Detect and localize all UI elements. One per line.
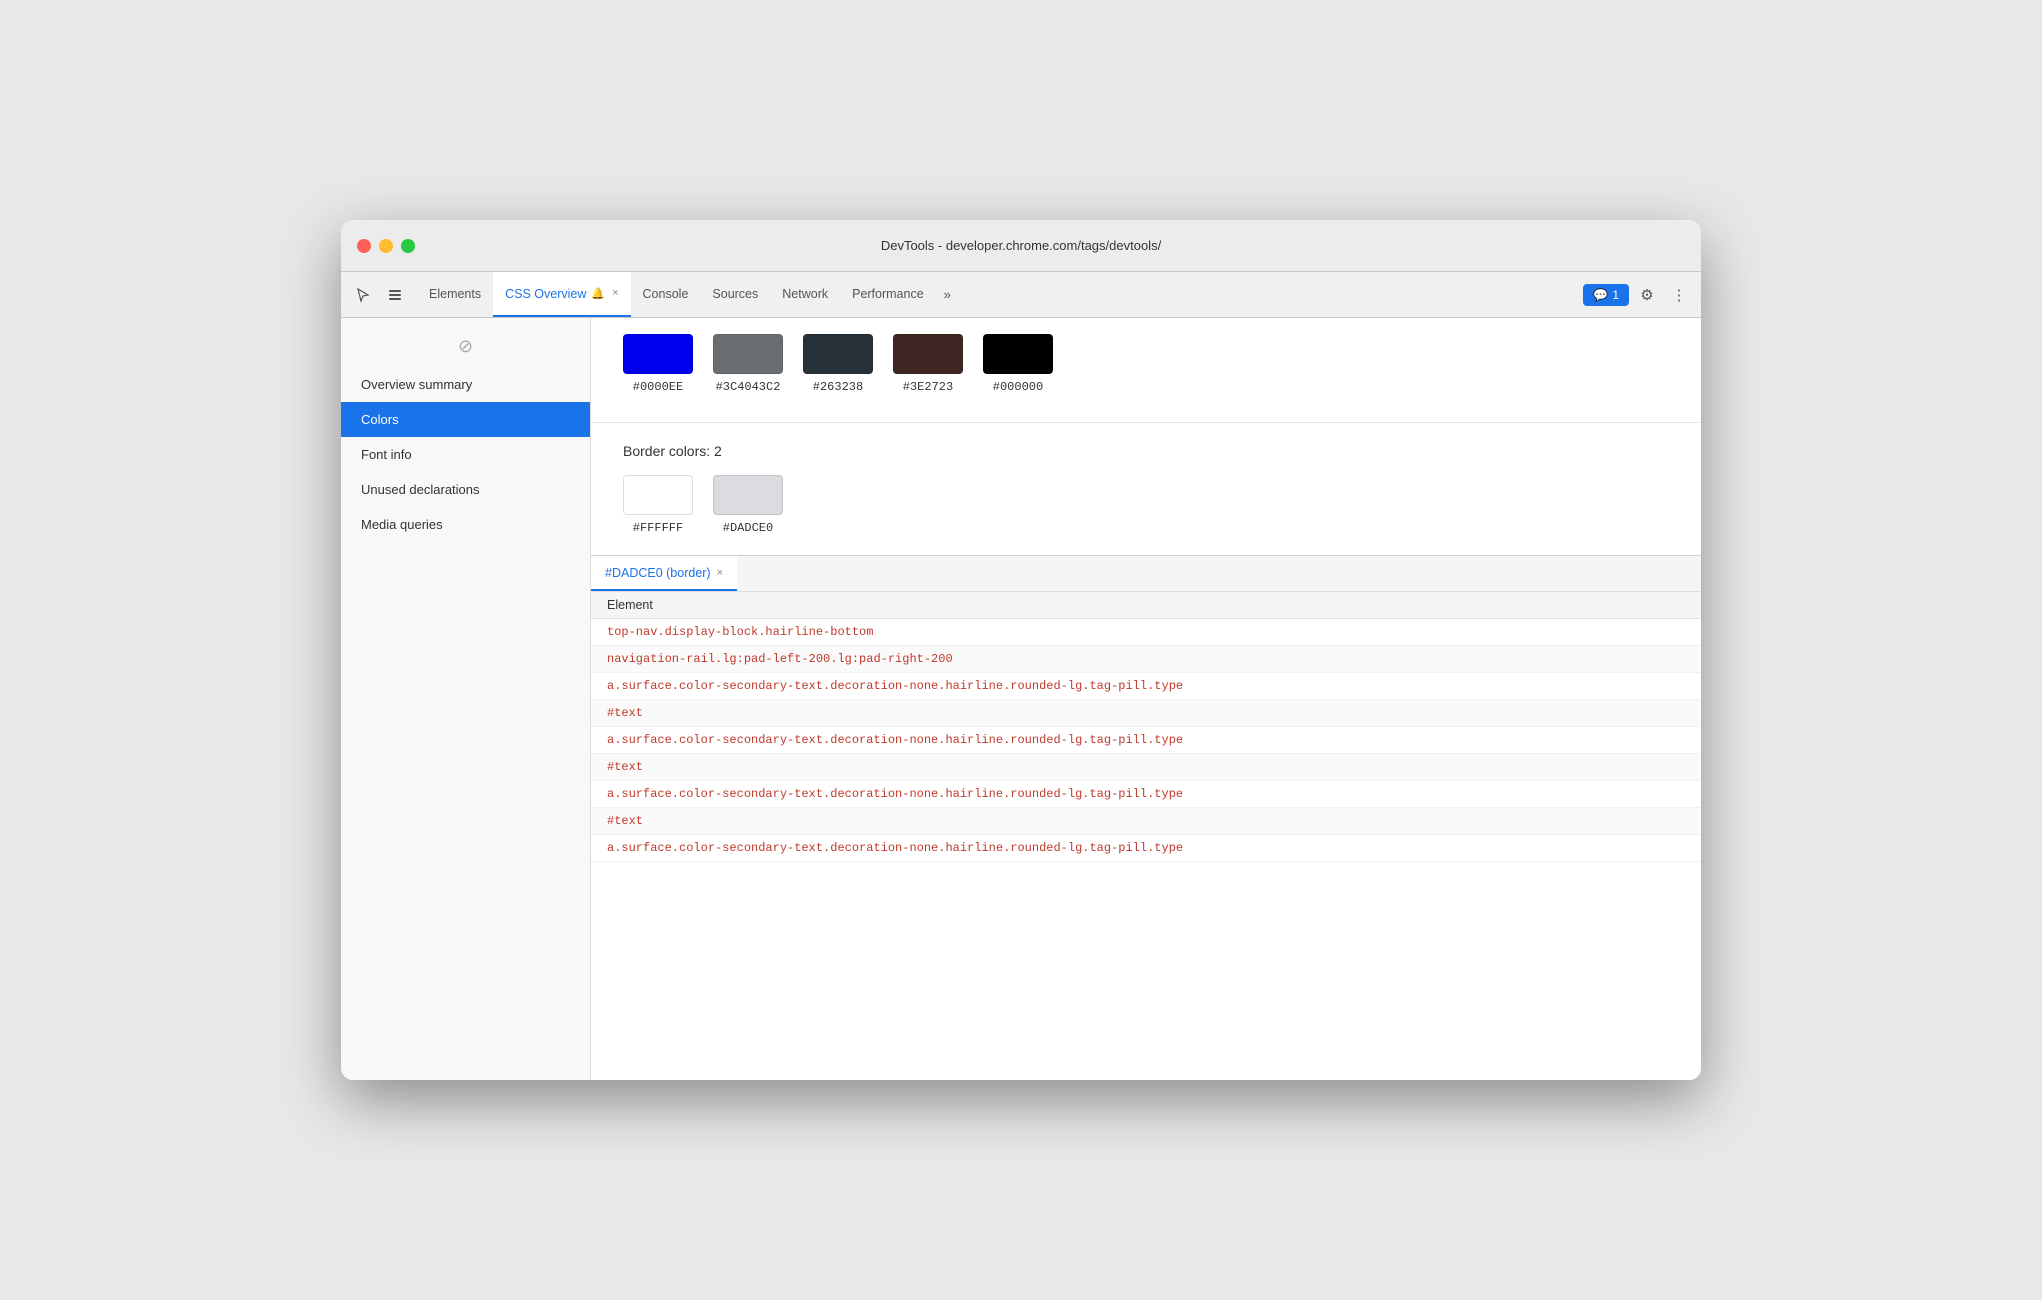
sidebar-item-media-queries-label: Media queries [361, 517, 443, 532]
border-swatch-0[interactable] [623, 475, 693, 515]
color-label-0: #0000EE [633, 380, 683, 394]
panel-tab-dadce0[interactable]: #DADCE0 (border) × [591, 556, 737, 591]
table-row[interactable]: navigation-rail.lg:pad-left-200.lg:pad-r… [591, 646, 1701, 673]
color-swatch-0[interactable] [623, 334, 693, 374]
color-item-0: #0000EE [623, 334, 693, 394]
sidebar-item-font-info-label: Font info [361, 447, 412, 462]
sidebar-item-overview-summary-label: Overview summary [361, 377, 472, 392]
flame-icon: 🔔 [591, 287, 605, 300]
main-content: ⊘ Overview summary Colors Font info Unus… [341, 318, 1701, 1080]
tab-elements[interactable]: Elements [417, 272, 493, 317]
sidebar-item-unused-declarations-label: Unused declarations [361, 482, 480, 497]
table-row[interactable]: #text [591, 754, 1701, 781]
feedback-icon: 💬 [1593, 288, 1608, 302]
color-item-3: #3E2723 [893, 334, 963, 394]
no-entry-icon: ⊘ [458, 336, 473, 357]
table-row[interactable]: a.surface.color-secondary-text.decoratio… [591, 673, 1701, 700]
tab-right-controls: 💬 1 ⚙ ⋮ [1583, 272, 1693, 317]
tab-console-label: Console [643, 287, 689, 301]
border-colors-title: Border colors: 2 [623, 443, 1669, 459]
cursor-icon-button[interactable] [349, 281, 377, 309]
panel-tab-close[interactable]: × [717, 567, 723, 579]
border-swatches-row: #FFFFFF #DADCE0 [623, 475, 1669, 535]
tab-icon-group [349, 272, 409, 317]
tab-overflow-button[interactable]: » [936, 272, 959, 317]
color-label-4: #000000 [993, 380, 1043, 394]
cursor-icon [355, 287, 371, 303]
sidebar-item-media-queries[interactable]: Media queries [341, 507, 590, 542]
sidebar-item-unused-declarations[interactable]: Unused declarations [341, 472, 590, 507]
content-area: #0000EE #3C4043C2 #263238 #3E2723 [591, 318, 1701, 1080]
colors-section: #0000EE #3C4043C2 #263238 #3E2723 [591, 318, 1701, 423]
maximize-button[interactable] [401, 239, 415, 253]
table-row[interactable]: a.surface.color-secondary-text.decoratio… [591, 727, 1701, 754]
border-swatch-1[interactable] [713, 475, 783, 515]
color-label-2: #263238 [813, 380, 863, 394]
feedback-button[interactable]: 💬 1 [1583, 284, 1629, 306]
feedback-count: 1 [1612, 288, 1619, 302]
element-table: Element top-nav.display-block.hairline-b… [591, 592, 1701, 1080]
minimize-button[interactable] [379, 239, 393, 253]
color-swatch-1[interactable] [713, 334, 783, 374]
sidebar-item-colors[interactable]: Colors [341, 402, 590, 437]
background-swatches-row: #0000EE #3C4043C2 #263238 #3E2723 [623, 334, 1669, 394]
border-color-item-1: #DADCE0 [713, 475, 783, 535]
tab-css-overview[interactable]: CSS Overview 🔔 × [493, 272, 630, 317]
more-icon: ⋮ [1672, 286, 1687, 304]
table-row[interactable]: #text [591, 808, 1701, 835]
color-label-3: #3E2723 [903, 380, 953, 394]
tab-overflow-label: » [944, 287, 951, 302]
tabbar: Elements CSS Overview 🔔 × Console Source… [341, 272, 1701, 318]
tab-elements-label: Elements [429, 287, 481, 301]
sidebar-item-colors-label: Colors [361, 412, 399, 427]
layers-icon-button[interactable] [381, 281, 409, 309]
tab-network[interactable]: Network [770, 272, 840, 317]
more-button[interactable]: ⋮ [1665, 281, 1693, 309]
color-item-2: #263238 [803, 334, 873, 394]
bottom-panel: #DADCE0 (border) × Element top-nav.displ… [591, 555, 1701, 1080]
border-label-0: #FFFFFF [633, 521, 683, 535]
panel-tab-label: #DADCE0 (border) [605, 566, 711, 580]
tab-css-overview-close[interactable]: × [612, 288, 618, 299]
table-row[interactable]: top-nav.display-block.hairline-bottom [591, 619, 1701, 646]
sidebar-item-overview-summary[interactable]: Overview summary [341, 367, 590, 402]
color-swatch-2[interactable] [803, 334, 873, 374]
tab-performance-label: Performance [852, 287, 924, 301]
sidebar-item-font-info[interactable]: Font info [341, 437, 590, 472]
table-row[interactable]: #text [591, 700, 1701, 727]
settings-button[interactable]: ⚙ [1633, 281, 1661, 309]
table-body[interactable]: top-nav.display-block.hairline-bottom na… [591, 619, 1701, 1080]
color-item-4: #000000 [983, 334, 1053, 394]
table-row[interactable]: a.surface.color-secondary-text.decoratio… [591, 835, 1701, 862]
color-item-1: #3C4043C2 [713, 334, 783, 394]
panel-tabs: #DADCE0 (border) × [591, 556, 1701, 592]
titlebar: DevTools - developer.chrome.com/tags/dev… [341, 220, 1701, 272]
tab-network-label: Network [782, 287, 828, 301]
border-label-1: #DADCE0 [723, 521, 773, 535]
devtools-window: DevTools - developer.chrome.com/tags/dev… [341, 220, 1701, 1080]
border-colors-section: Border colors: 2 #FFFFFF #DADCE0 [591, 423, 1701, 555]
tab-performance[interactable]: Performance [840, 272, 936, 317]
window-title: DevTools - developer.chrome.com/tags/dev… [881, 238, 1161, 253]
border-color-item-0: #FFFFFF [623, 475, 693, 535]
window-controls [357, 239, 415, 253]
color-label-1: #3C4043C2 [716, 380, 781, 394]
tab-css-overview-label: CSS Overview [505, 287, 586, 301]
color-swatch-3[interactable] [893, 334, 963, 374]
tab-sources-label: Sources [712, 287, 758, 301]
table-header: Element [591, 592, 1701, 619]
layers-icon [387, 287, 403, 303]
color-swatch-4[interactable] [983, 334, 1053, 374]
settings-icon: ⚙ [1640, 286, 1653, 304]
sidebar: ⊘ Overview summary Colors Font info Unus… [341, 318, 591, 1080]
tab-sources[interactable]: Sources [700, 272, 770, 317]
close-button[interactable] [357, 239, 371, 253]
table-row[interactable]: a.surface.color-secondary-text.decoratio… [591, 781, 1701, 808]
tab-console[interactable]: Console [631, 272, 701, 317]
sidebar-disabled-icon: ⊘ [341, 326, 590, 367]
